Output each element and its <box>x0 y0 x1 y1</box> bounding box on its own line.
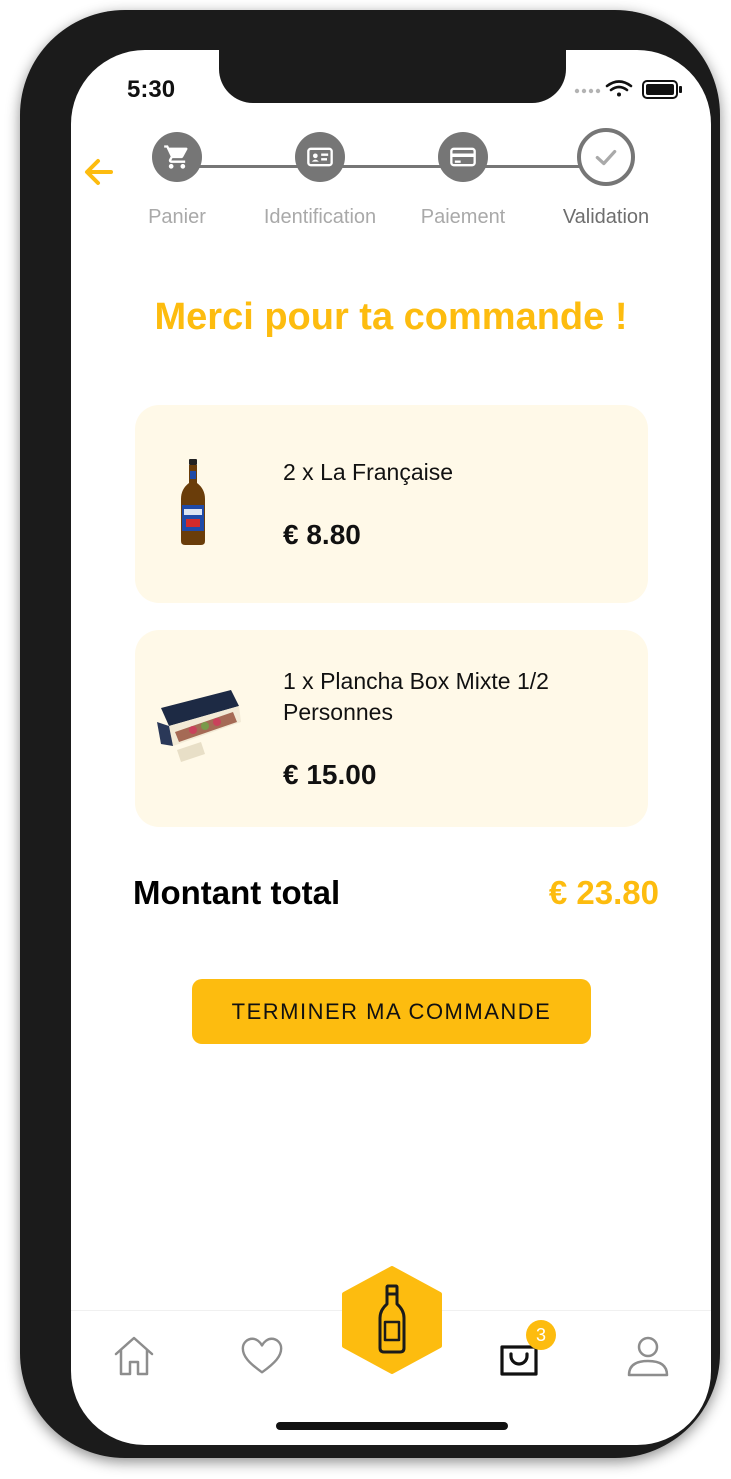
cart-count-badge: 3 <box>526 1320 556 1350</box>
heart-icon <box>241 1337 283 1374</box>
tab-home[interactable] <box>106 1328 162 1384</box>
beer-bottle-image <box>181 459 205 545</box>
step-paiement-circle <box>438 132 488 182</box>
order-item-name: 1 x Plancha Box Mixte 1/2 Personnes <box>283 668 549 725</box>
tab-bottle[interactable] <box>341 1266 443 1374</box>
step-panier-circle <box>152 132 202 182</box>
device-notch <box>219 50 566 103</box>
wifi-icon <box>605 80 633 97</box>
step-identification-label: Identification <box>263 206 377 228</box>
app-screen: 5:30 Panier Identification Paiement Vali… <box>71 50 711 1445</box>
order-item-price: € 8.80 <box>283 519 361 550</box>
step-identification: Identification <box>245 132 395 232</box>
cart-icon <box>164 145 188 169</box>
plancha-box-image <box>157 690 241 762</box>
order-item-price: € 15.00 <box>283 759 377 790</box>
tab-profile[interactable] <box>620 1328 676 1384</box>
battery-icon <box>642 80 682 99</box>
finish-order-button[interactable]: TERMINER MA COMMANDE <box>192 979 591 1044</box>
step-validation: Validation <box>531 128 681 232</box>
step-panier: Panier <box>102 132 252 232</box>
page-title: Merci pour ta commande ! <box>154 296 628 338</box>
status-icons <box>574 80 682 99</box>
credit-card-icon <box>450 147 476 167</box>
order-item-card: 2 x La Française € 8.80 <box>135 405 648 603</box>
user-icon <box>627 1336 669 1377</box>
home-icon <box>114 1336 154 1376</box>
phone-frame: 5:30 Panier Identification Paiement Vali… <box>20 10 720 1458</box>
id-card-icon <box>307 147 333 167</box>
step-paiement: Paiement <box>388 132 538 232</box>
order-item-name: 2 x La Française <box>283 459 454 485</box>
step-paiement-label: Paiement <box>420 206 506 228</box>
total-amount: € 23.80 <box>548 874 659 911</box>
order-item-card: 1 x Plancha Box Mixte 1/2 Personnes € 15… <box>135 630 648 827</box>
total-label: Montant total <box>133 874 341 911</box>
step-validation-label: Validation <box>562 206 650 228</box>
step-validation-circle <box>577 128 635 186</box>
home-indicator <box>276 1422 508 1430</box>
tab-favorites[interactable] <box>234 1328 290 1384</box>
step-identification-circle <box>295 132 345 182</box>
check-icon <box>595 149 617 166</box>
signal-icon <box>574 88 601 94</box>
status-time: 5:30 <box>127 76 176 103</box>
step-panier-label: Panier <box>148 206 206 228</box>
